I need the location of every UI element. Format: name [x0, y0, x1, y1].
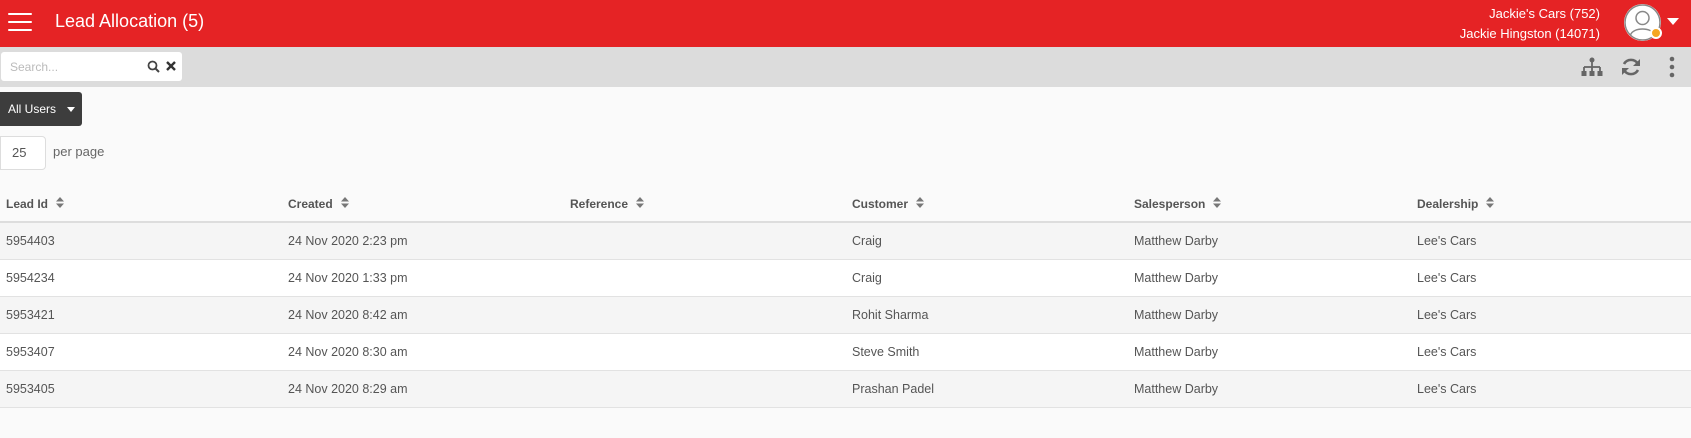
sort-icon[interactable] — [56, 196, 65, 211]
cell-created: 24 Nov 2020 8:29 am — [288, 382, 408, 396]
column-header-reference[interactable]: Reference — [570, 196, 645, 211]
cell-lead-id: 5953421 — [6, 308, 55, 322]
cell-customer: Craig — [852, 271, 882, 285]
cell-dealership: Lee's Cars — [1417, 234, 1477, 248]
cell-salesperson: Matthew Darby — [1134, 382, 1219, 396]
leads-table: Lead Id Created Reference Customer Salespers… — [0, 185, 1691, 408]
table-row[interactable]: 5953405 24 Nov 2020 8:29 am Prashan Padel M… — [0, 371, 1691, 408]
page-title: Lead Allocation (5) — [55, 11, 205, 31]
cell-salesperson: Matthew Darby — [1134, 308, 1219, 322]
account-dropdown-icon[interactable] — [1667, 18, 1679, 25]
column-header-label: Created — [288, 197, 333, 211]
app-header: Lead Allocation (5) Jackie's Cars (752) … — [0, 0, 1691, 47]
clear-icon[interactable] — [165, 60, 177, 72]
cell-dealership: Lee's Cars — [1417, 308, 1477, 322]
cell-created: 24 Nov 2020 8:30 am — [288, 345, 408, 359]
table-body: 5954403 24 Nov 2020 2:23 pm Craig Matthew D… — [0, 223, 1691, 408]
table-row[interactable]: 5953407 24 Nov 2020 8:30 am Steve Smith Mat… — [0, 334, 1691, 371]
cell-salesperson: Matthew Darby — [1134, 345, 1219, 359]
cell-customer: Craig — [852, 234, 882, 248]
cell-customer: Prashan Padel — [852, 382, 935, 396]
cell-lead-id: 5953407 — [6, 345, 55, 359]
hierarchy-icon[interactable] — [1580, 56, 1604, 78]
column-header-label: Lead Id — [6, 197, 49, 211]
cell-created: 24 Nov 2020 2:23 pm — [288, 234, 408, 248]
sort-icon[interactable] — [1213, 196, 1222, 211]
column-header-label: Salesperson — [1134, 197, 1206, 211]
table-header: Lead Id Created Reference Customer Salespers… — [0, 185, 1691, 223]
caret-down-icon — [67, 107, 75, 112]
search-box — [1, 52, 182, 81]
column-header-salesperson[interactable]: Salesperson — [1134, 196, 1222, 211]
account-name: Jackie's Cars (752) — [1489, 6, 1600, 21]
column-header-label: Dealership — [1417, 197, 1479, 211]
cell-lead-id: 5954403 — [6, 234, 55, 248]
table-row[interactable]: 5954234 24 Nov 2020 1:33 pm Craig Matthew D… — [0, 260, 1691, 297]
cell-customer: Rohit Sharma — [852, 308, 929, 322]
user-filter-label: All Users — [8, 102, 57, 116]
per-page-label: per page — [53, 144, 105, 159]
cell-created: 24 Nov 2020 8:42 am — [288, 308, 408, 322]
cell-lead-id: 5953405 — [6, 382, 55, 396]
column-header-created[interactable]: Created — [288, 196, 349, 211]
search-icon[interactable] — [147, 60, 160, 73]
hamburger-menu-icon[interactable] — [8, 13, 32, 33]
user-name: Jackie Hingston (14071) — [1459, 26, 1600, 41]
table-row[interactable]: 5954403 24 Nov 2020 2:23 pm Craig Matthew D… — [0, 223, 1691, 260]
status-indicator — [1650, 27, 1662, 39]
search-input[interactable] — [1, 52, 141, 81]
toolbar — [0, 47, 1691, 87]
cell-salesperson: Matthew Darby — [1134, 234, 1219, 248]
cell-customer: Steve Smith — [852, 345, 920, 359]
per-page-select[interactable]: 25 — [0, 136, 46, 170]
column-header-label: Reference — [570, 197, 629, 211]
column-header-customer[interactable]: Customer — [852, 196, 925, 211]
cell-lead-id: 5954234 — [6, 271, 55, 285]
user-filter-dropdown[interactable]: All Users — [0, 92, 82, 126]
column-header-dealership[interactable]: Dealership — [1417, 196, 1495, 211]
refresh-icon[interactable] — [1620, 56, 1642, 78]
more-vertical-icon[interactable] — [1668, 56, 1676, 78]
cell-dealership: Lee's Cars — [1417, 345, 1477, 359]
cell-dealership: Lee's Cars — [1417, 382, 1477, 396]
sort-icon[interactable] — [916, 196, 925, 211]
sort-icon[interactable] — [1486, 196, 1495, 211]
account-info[interactable]: Jackie's Cars (752) Jackie Hingston (140… — [1460, 4, 1600, 44]
sort-icon[interactable] — [636, 196, 645, 211]
column-header-lead-id[interactable]: Lead Id — [6, 196, 65, 211]
table-row[interactable]: 5953421 24 Nov 2020 8:42 am Rohit Sharma Ma… — [0, 297, 1691, 334]
cell-created: 24 Nov 2020 1:33 pm — [288, 271, 408, 285]
column-header-label: Customer — [852, 197, 909, 211]
sort-icon[interactable] — [340, 196, 349, 211]
cell-salesperson: Matthew Darby — [1134, 271, 1219, 285]
cell-dealership: Lee's Cars — [1417, 271, 1477, 285]
